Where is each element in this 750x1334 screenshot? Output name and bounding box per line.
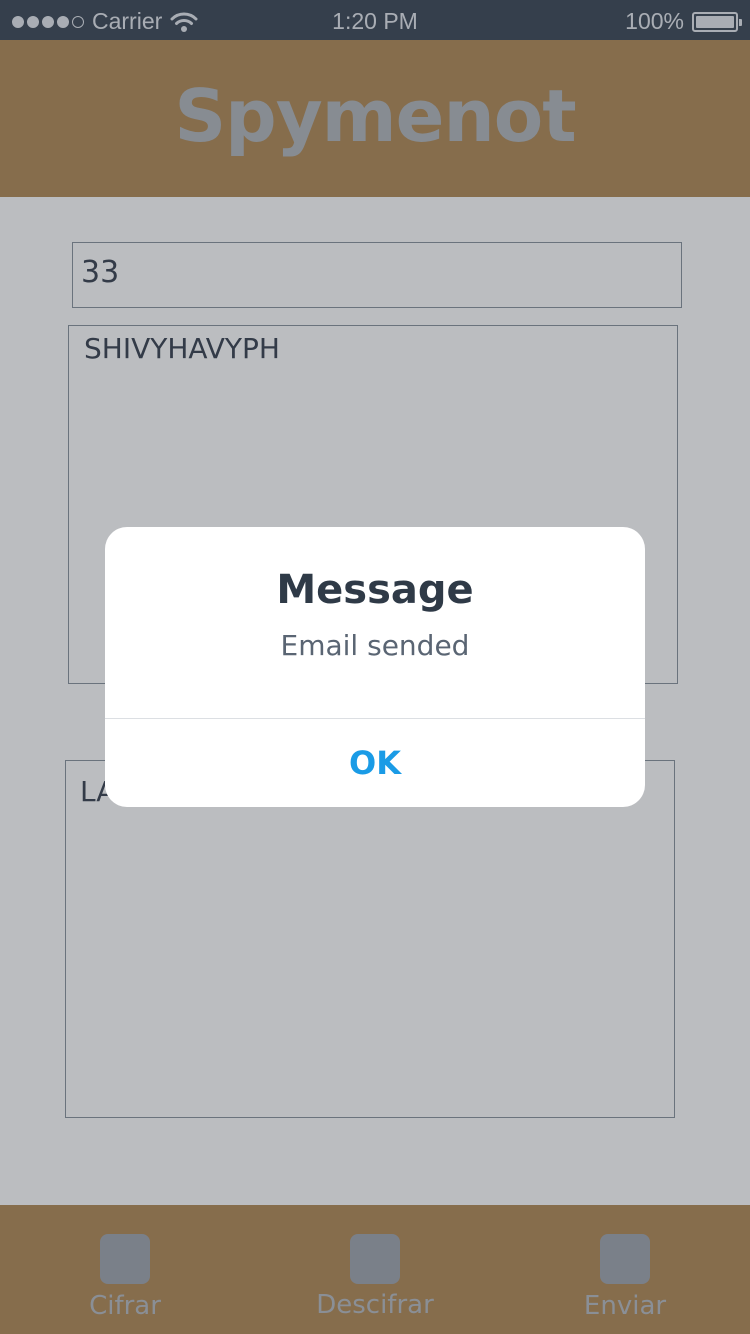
alert-dialog: Message Email sended OK	[105, 527, 645, 807]
alert-message: Email sended	[280, 629, 470, 662]
alert-title: Message	[276, 567, 474, 613]
ok-button[interactable]: OK	[105, 719, 645, 807]
